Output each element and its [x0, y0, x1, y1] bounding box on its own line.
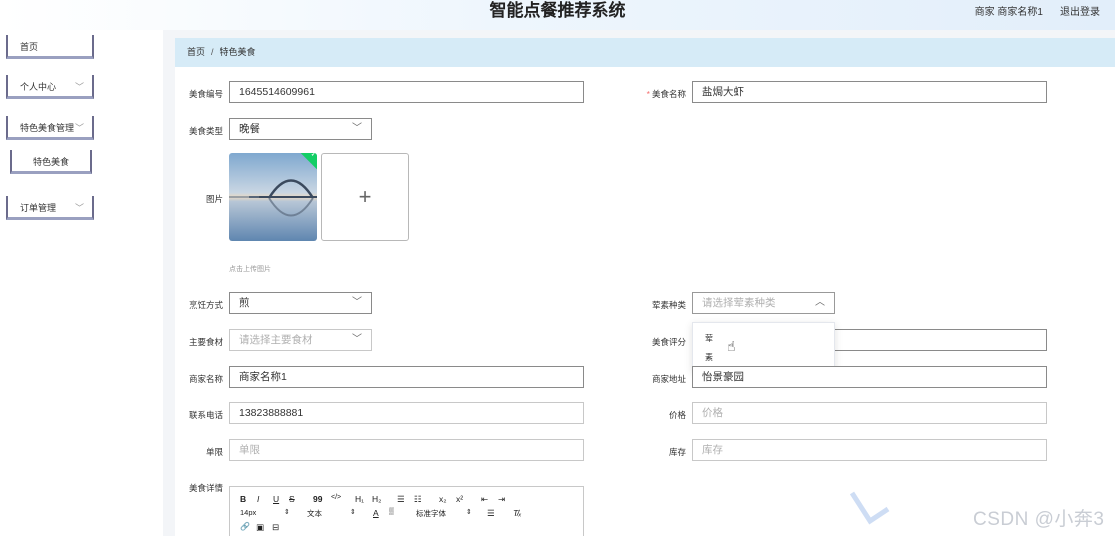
sidebar-item-label: 首页 — [20, 42, 39, 52]
bullet-list-button[interactable]: ☷ — [414, 494, 422, 505]
sidebar-item-personal-center[interactable]: 个人中心 ﹀ — [6, 75, 94, 99]
align-button[interactable]: ☰ — [487, 508, 495, 519]
breadcrumb-separator: / — [211, 47, 214, 57]
price-input[interactable]: 价格 — [692, 402, 1047, 424]
sidebar-item-order-mgmt[interactable]: 订单管理 ﹀ — [6, 196, 94, 220]
breadcrumb-current: 特色美食 — [219, 47, 256, 57]
italic-button[interactable]: I — [257, 494, 259, 504]
phone-label: 联系电话 — [188, 410, 223, 420]
meat-veg-label: 荤素种类 — [651, 300, 686, 310]
font-family-select[interactable]: 标准字体 — [416, 508, 446, 519]
meat-veg-placeholder: 请选择荤素种类 — [702, 297, 776, 309]
merchant-name-label: 商家名称 — [188, 374, 223, 384]
font-size-select[interactable]: 14px — [240, 508, 256, 517]
top-bar: 智能点餐推荐系统 商家 商家名称1 退出登录 — [0, 0, 1115, 30]
bold-button[interactable]: B — [240, 494, 246, 504]
food-name-input[interactable]: 盐焗大虾 — [692, 81, 1047, 103]
chevron-down-icon: ﹀ — [352, 297, 362, 308]
font-color-button[interactable]: A — [373, 508, 379, 518]
chevron-up-icon: ︿ — [815, 297, 825, 308]
cook-method-label: 烹饪方式 — [188, 300, 223, 310]
merchant-name-input[interactable]: 商家名称1 — [229, 366, 584, 388]
csdn-watermark: CSDN @小奔3 — [973, 509, 1105, 530]
chevron-down-icon: ﹀ — [352, 334, 362, 345]
food-rating-label: 美食评分 — [651, 337, 686, 347]
subscript-button[interactable]: x₂ — [439, 494, 447, 504]
background-color-icon[interactable]: ▒ — [389, 508, 394, 515]
meat-veg-select[interactable]: 请选择荤素种类 ︿ — [692, 292, 835, 314]
food-no-label: 美食编号 — [188, 89, 223, 99]
sidebar-item-label: 特色美食管理 — [20, 123, 75, 133]
main-ingredient-placeholder: 请选择主要食材 — [239, 334, 313, 346]
sidebar: 首页 个人中心 ﹀ 特色美食管理 ﹀ 特色美食 订单管理 ﹀ — [0, 30, 163, 536]
phone-input[interactable]: 13823888881 — [229, 402, 584, 424]
indent-button[interactable]: ⇥ — [498, 494, 505, 505]
upload-hint: 点击上传图片 — [229, 266, 271, 273]
link-icon[interactable]: 🔗 — [240, 522, 250, 531]
main-ingredient-select[interactable]: 请选择主要食材 ﹀ — [229, 329, 372, 351]
watermark-logo-icon — [850, 491, 890, 525]
sidebar-item-special-food-mgmt[interactable]: 特色美食管理 ﹀ — [6, 116, 94, 140]
food-name-label-text: 美食名称 — [651, 89, 686, 99]
limit-label: 单限 — [205, 447, 223, 457]
price-label: 价格 — [668, 410, 686, 420]
underline-button[interactable]: U — [273, 494, 279, 504]
chevron-down-icon: ﹀ — [74, 203, 84, 213]
limit-input[interactable]: 单限 — [229, 439, 584, 461]
dropdown-arrow-icon: ⇕ — [350, 509, 356, 516]
header1-button[interactable]: H₁ — [355, 494, 364, 504]
check-icon: ✓ — [310, 153, 317, 159]
image-label: 图片 — [205, 194, 223, 204]
meat-veg-dropdown: 荤 素 — [692, 322, 835, 372]
cook-method-select[interactable]: 煎 ﹀ — [229, 292, 372, 314]
ordered-list-button[interactable]: ☰ — [397, 494, 405, 505]
sidebar-item-label: 特色美食 — [32, 157, 69, 167]
chevron-down-icon: ﹀ — [352, 123, 362, 134]
breadcrumb-home[interactable]: 首页 — [187, 47, 205, 57]
dropdown-arrow-icon: ⇕ — [284, 509, 290, 516]
current-user: 商家 商家名称1 — [974, 7, 1043, 18]
stock-label: 库存 — [668, 447, 686, 457]
uploaded-image-thumbnail[interactable]: ✓ — [229, 153, 317, 241]
required-mark: * — [646, 89, 650, 99]
dropdown-option-veg[interactable]: 素 — [705, 352, 713, 363]
image-icon[interactable]: ▣ — [256, 522, 264, 533]
food-type-label: 美食类型 — [188, 126, 223, 136]
merchant-address-input[interactable]: 怡景豪园 — [692, 366, 1047, 388]
code-block-button[interactable]: </> — [331, 494, 341, 501]
sidebar-item-label: 订单管理 — [20, 203, 57, 213]
strike-button[interactable]: S — [289, 494, 295, 504]
food-no-input[interactable]: 1645514609961 — [229, 81, 584, 103]
food-type-value: 晚餐 — [239, 123, 260, 135]
food-name-label: * 美食名称 — [626, 88, 686, 100]
video-icon[interactable]: ⊟ — [272, 522, 279, 533]
rich-text-editor[interactable]: B I U S 99 </> H₁ H₂ ☰ ☷ x₂ x² ⇤ ⇥ 14px … — [229, 486, 584, 536]
bridge-photo — [229, 153, 317, 241]
merchant-address-label: 商家地址 — [651, 374, 686, 384]
header2-button[interactable]: H₂ — [372, 494, 381, 504]
paragraph-select[interactable]: 文本 — [307, 508, 322, 519]
sidebar-item-label: 个人中心 — [20, 82, 57, 92]
cook-method-value: 煎 — [239, 297, 250, 309]
main-ingredient-label: 主要食材 — [188, 337, 223, 347]
blockquote-button[interactable]: 99 — [313, 494, 322, 504]
outdent-button[interactable]: ⇤ — [481, 494, 488, 505]
hand-cursor-icon: ☝ — [727, 338, 736, 354]
superscript-button[interactable]: x² — [456, 494, 463, 504]
dropdown-arrow-icon: ⇕ — [466, 509, 472, 516]
system-title: 智能点餐推荐系统 — [489, 1, 626, 20]
food-type-select[interactable]: 晚餐 ﹀ — [229, 118, 372, 140]
upload-add-button[interactable]: + — [321, 153, 409, 241]
chevron-down-icon: ﹀ — [74, 123, 84, 133]
breadcrumb: 首页 / 特色美食 — [175, 38, 1115, 67]
sidebar-item-home[interactable]: 首页 — [6, 35, 94, 59]
sidebar-subitem-special-food[interactable]: 特色美食 — [10, 150, 92, 174]
clear-format-button[interactable]: T̸ₓ — [513, 508, 521, 518]
logout-link[interactable]: 退出登录 — [1060, 3, 1100, 18]
detail-label: 美食详情 — [188, 483, 223, 493]
stock-input[interactable]: 库存 — [692, 439, 1047, 461]
dropdown-option-meat[interactable]: 荤 — [705, 333, 713, 344]
chevron-down-icon: ﹀ — [74, 82, 84, 92]
